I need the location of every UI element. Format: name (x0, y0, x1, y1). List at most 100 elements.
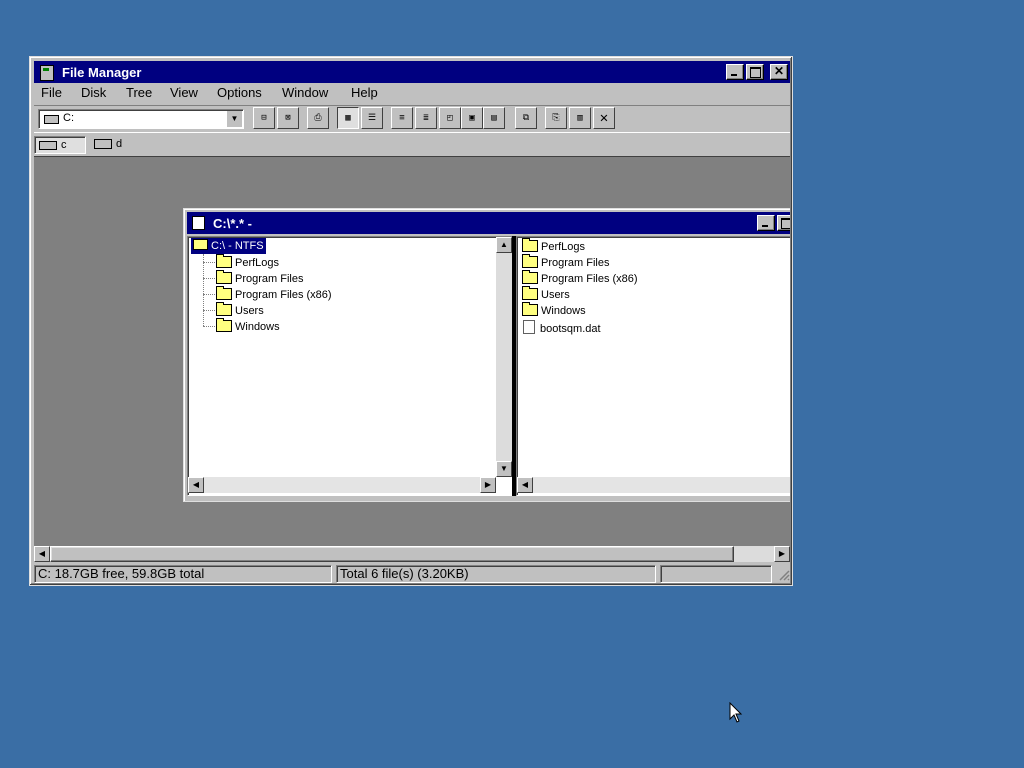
list-item-label: Users (541, 289, 570, 301)
drive-bar: c d (34, 135, 790, 155)
disconnect-network-drive-button[interactable]: ⊠ (277, 107, 299, 129)
drive-selector-value: C: (63, 112, 74, 124)
file-manager-window: File Manager ✕ File Disk Tree View Optio… (29, 56, 793, 586)
list-item[interactable]: bootsqm.dat (523, 318, 601, 335)
tree-root[interactable]: C:\ - NTFS (191, 238, 266, 254)
file-icon (523, 320, 535, 334)
sort-name-icon: ≡ (399, 113, 405, 123)
directory-tree-pane[interactable]: C:\ - NTFS PerfLogs Program Files Progra… (187, 236, 513, 496)
paste-button[interactable]: ▥ (569, 107, 591, 129)
large-icons-view-button[interactable]: ▦ (337, 107, 359, 129)
close-button[interactable]: ✕ (770, 64, 788, 80)
arrow-left-icon: ◀ (521, 480, 529, 489)
drive-button-c[interactable]: c (34, 136, 86, 154)
network-drive-disconnect-icon: ⊠ (285, 113, 291, 123)
drive-selector[interactable]: C: ▼ (38, 109, 244, 129)
menu-view[interactable]: View (170, 85, 198, 100)
scroll-thumb[interactable] (50, 546, 734, 562)
menu-disk[interactable]: Disk (81, 85, 106, 100)
share-button[interactable]: ⎙ (307, 107, 329, 129)
copy-button[interactable]: ⎘ (545, 107, 567, 129)
tree-item[interactable]: Windows (216, 318, 280, 334)
tree-horizontal-scrollbar[interactable]: ◀ ▶ (188, 477, 496, 493)
folder-icon (522, 270, 538, 284)
scroll-left-button[interactable]: ◀ (34, 546, 50, 562)
directory-window-title-bar[interactable]: C:\*.* - (187, 212, 790, 234)
paste-icon: ▥ (577, 113, 583, 123)
arrow-left-icon: ◀ (38, 549, 46, 558)
dropdown-button[interactable]: ▼ (226, 111, 242, 127)
main-horizontal-scrollbar[interactable]: ◀ ▶ (34, 546, 790, 562)
arrow-right-icon: ▶ (778, 549, 786, 558)
list-item[interactable]: PerfLogs (522, 238, 585, 254)
list-horizontal-scrollbar[interactable]: ◀ (517, 477, 790, 493)
scroll-up-button[interactable]: ▲ (496, 237, 512, 253)
list-item[interactable]: Users (522, 286, 570, 302)
folder-icon (522, 302, 538, 316)
scroll-down-button[interactable]: ▼ (496, 461, 512, 477)
list-item[interactable]: Windows (522, 302, 586, 318)
delete-button[interactable]: ✕ (593, 107, 615, 129)
status-bar: C: 18.7GB free, 59.8GB total Total 6 fil… (34, 563, 790, 585)
menu-window[interactable]: Window (282, 85, 328, 100)
menu-tree[interactable]: Tree (126, 85, 152, 100)
tree-item[interactable]: Program Files (216, 270, 303, 286)
folder-icon (216, 318, 232, 332)
scroll-right-button[interactable]: ▶ (480, 477, 496, 493)
scroll-left-button[interactable]: ◀ (188, 477, 204, 493)
maximize-icon (750, 67, 761, 78)
mouse-cursor-icon (729, 701, 743, 727)
arrow-right-icon: ▶ (484, 480, 492, 489)
file-list-pane[interactable]: PerfLogs Program Files Program Files (x8… (516, 236, 790, 496)
child-minimize-button[interactable] (757, 215, 775, 231)
folder-icon (216, 302, 232, 316)
close-icon: ✕ (773, 64, 785, 78)
tree-item-label: PerfLogs (235, 257, 280, 269)
new-window-button[interactable]: ⧉ (515, 107, 537, 129)
tree-item[interactable]: Program Files (x86) (216, 286, 332, 302)
connect-network-drive-button[interactable]: ⊟ (253, 107, 275, 129)
copy-icon: ⎘ (552, 113, 560, 123)
folder-icon (216, 286, 232, 300)
tree-item[interactable]: PerfLogs (216, 254, 279, 270)
mdi-client-area: C:\*.* - C:\ - NTFS PerfLogs Program Fil… (34, 156, 790, 547)
scroll-left-button[interactable]: ◀ (517, 477, 533, 493)
list-view-button[interactable]: ☰ (361, 107, 383, 129)
menu-file[interactable]: File (41, 85, 62, 100)
title-bar[interactable]: File Manager ✕ (34, 61, 790, 83)
tree-item-label: Windows (235, 321, 280, 333)
list-item-label: Program Files (541, 257, 610, 269)
cd-drive-icon (94, 139, 112, 149)
maximize-button[interactable] (746, 64, 764, 80)
delete-icon: ✕ (599, 110, 609, 126)
minimize-button[interactable] (726, 64, 744, 80)
list-item[interactable]: Program Files (x86) (522, 270, 638, 286)
list-item[interactable]: Program Files (522, 254, 609, 270)
directory-window-title: C:\*.* - (213, 216, 252, 231)
sort-by-date-button[interactable]: ▣ (461, 107, 483, 129)
tree-item[interactable]: Users (216, 302, 264, 318)
maximize-icon (781, 218, 790, 229)
menu-options[interactable]: Options (217, 85, 262, 100)
folder-icon (522, 254, 538, 268)
arrow-up-icon: ▲ (500, 240, 508, 249)
list-item-label: Program Files (x86) (541, 273, 638, 285)
sort-by-name-button[interactable]: ≡ (391, 107, 413, 129)
folder-icon (522, 238, 538, 252)
drive-button-d[interactable]: d (90, 136, 130, 154)
tree-vertical-scrollbar[interactable]: ▲ ▼ (496, 237, 512, 477)
sort-type-icon: ≣ (423, 113, 429, 123)
resize-grip-icon[interactable] (778, 569, 790, 581)
windows-icon: ⧉ (522, 113, 530, 123)
details-view-button[interactable]: ▤ (483, 107, 505, 129)
sort-by-size-button[interactable]: ◰ (439, 107, 461, 129)
tree-item-label: Program Files (235, 273, 304, 285)
menu-bar: File Disk Tree View Options Window Help (34, 83, 790, 103)
sort-size-icon: ◰ (447, 113, 453, 123)
menu-help[interactable]: Help (351, 85, 378, 100)
folder-icon (216, 254, 232, 268)
tree-root-label: C:\ - NTFS (211, 240, 264, 252)
scroll-right-button[interactable]: ▶ (774, 546, 790, 562)
sort-by-type-button[interactable]: ≣ (415, 107, 437, 129)
child-maximize-button[interactable] (777, 215, 790, 231)
